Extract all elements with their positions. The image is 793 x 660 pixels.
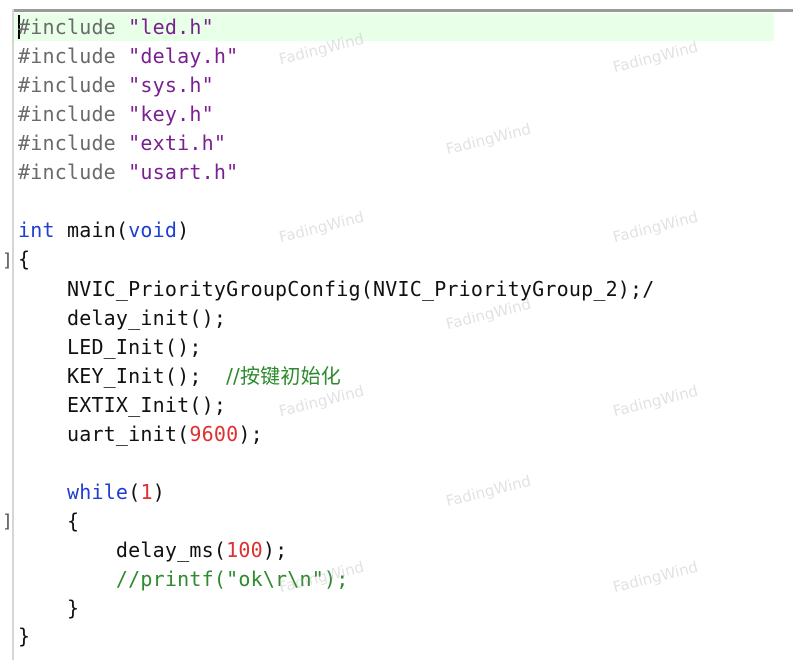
code-editor[interactable]: ] ] #include "led.h" #include "delay.h" …	[0, 0, 793, 660]
code-line: EXTIX_Init();	[18, 393, 227, 417]
code-line: #include "led.h"	[18, 15, 214, 39]
fold-marker[interactable]: ]	[2, 507, 13, 536]
watermark: FadingWind	[444, 119, 533, 159]
code-line: }	[18, 596, 80, 620]
editor-left-border	[12, 9, 14, 660]
code-comment: //按键初始化	[226, 364, 341, 388]
code-line: #include "exti.h"	[18, 131, 227, 155]
code-line: #include "key.h"	[18, 102, 214, 126]
editor-top-border	[12, 9, 793, 12]
watermark: FadingWind	[611, 557, 700, 597]
watermark: FadingWind	[611, 207, 700, 247]
fold-marker[interactable]: ]	[2, 246, 13, 275]
code-line: uart_init(9600);	[18, 422, 263, 446]
fold-gutter: ] ]	[0, 0, 13, 660]
code-line: #include "delay.h"	[18, 44, 239, 68]
code-line: {	[18, 509, 80, 533]
code-line: while(1)	[66, 480, 165, 504]
code-line: delay_ms(100);	[18, 538, 288, 562]
code-line: #include "sys.h"	[18, 73, 214, 97]
watermark: FadingWind	[444, 471, 533, 511]
code-line: //printf("ok\r\n");	[18, 565, 349, 594]
code-line: int main(void)	[18, 218, 190, 242]
code-comment: //printf("ok\r\n");	[18, 567, 349, 591]
code-line: NVIC_PriorityGroupConfig(NVIC_PriorityGr…	[18, 277, 655, 301]
code-line: {	[18, 247, 31, 271]
watermark: FadingWind	[611, 381, 700, 421]
code-line: delay_init();	[18, 306, 227, 330]
code-line: #include "usart.h"	[18, 160, 239, 184]
code-line: KEY_Init(); //按键初始化	[18, 364, 341, 388]
watermark: FadingWind	[611, 37, 700, 77]
code-line: LED_Init();	[18, 335, 202, 359]
code-line: }	[18, 624, 31, 648]
watermark: FadingWind	[277, 207, 366, 247]
